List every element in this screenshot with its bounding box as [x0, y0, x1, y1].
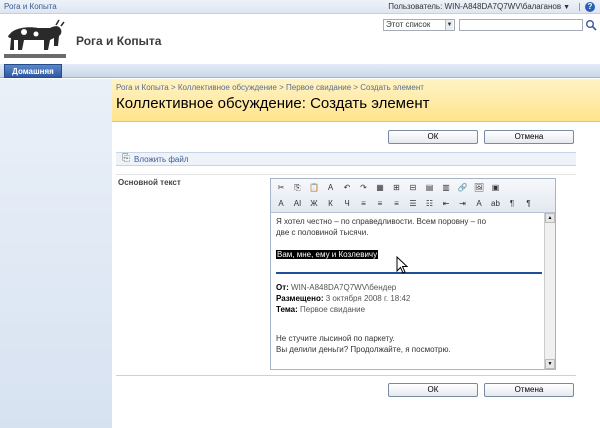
user-name: Пользователь: WIN-A848DA7Q7WV\балаганов: [388, 2, 562, 11]
paste-icon[interactable]: 📋: [308, 182, 320, 194]
cow-logo[interactable]: [4, 16, 66, 64]
from-value: WIN-A848DA7Q7WV\бендер: [291, 283, 397, 292]
search-input[interactable]: [459, 19, 583, 31]
text-line: две с половиной тысячи.: [276, 228, 369, 237]
copy-icon[interactable]: ⎘: [292, 182, 304, 194]
site-title[interactable]: Рога и Копыта: [76, 34, 161, 48]
undo-icon[interactable]: ↶: [341, 182, 353, 194]
align-right-icon[interactable]: ≡: [391, 198, 403, 210]
paperclip-icon: ⎘: [122, 153, 130, 164]
align-center-icon[interactable]: ≡: [374, 198, 386, 210]
insert-column-icon[interactable]: ⊞: [391, 182, 403, 194]
scroll-down-icon[interactable]: ▼: [545, 359, 555, 369]
divider: [579, 3, 580, 11]
divider: [116, 375, 576, 376]
bullets-icon[interactable]: ☷: [424, 198, 436, 210]
merge-icon[interactable]: ▤: [424, 182, 436, 194]
cut-icon[interactable]: ✂: [275, 182, 287, 194]
link-icon[interactable]: 🔗: [457, 182, 469, 194]
top-bar: Рога и Копыта Пользователь: WIN-A848DA7Q…: [0, 0, 600, 14]
text-line: Я хотел честно – по справедливости. Всем…: [276, 217, 487, 226]
page-title-area: Рога и Копыта > Коллективное обсуждение …: [112, 79, 600, 122]
help-icon[interactable]: ?: [585, 2, 595, 12]
bold-icon[interactable]: Ж: [308, 198, 320, 210]
image-icon[interactable]: 🖼: [473, 182, 485, 194]
insert-row-icon[interactable]: ⊟: [407, 182, 419, 194]
search-icon[interactable]: [585, 19, 597, 31]
attach-file-link[interactable]: Вложить файл: [134, 155, 189, 164]
cancel-button-top[interactable]: Отмена: [484, 130, 574, 144]
align-left-icon[interactable]: ≡: [358, 198, 370, 210]
topic-value: Первое свидание: [300, 305, 366, 314]
scope-value: Этот список: [386, 20, 431, 29]
topic-label: Тема:: [276, 305, 298, 314]
ok-button-top[interactable]: ОК: [388, 130, 478, 144]
site-link[interactable]: Рога и Копыта: [4, 2, 57, 11]
cancel-button-bottom[interactable]: Отмена: [484, 383, 574, 397]
from-label: От:: [276, 283, 289, 292]
mouse-cursor-icon: [396, 256, 409, 274]
chevron-down-icon: ▼: [445, 20, 453, 30]
paste-text-icon[interactable]: A: [325, 182, 337, 194]
font-color-icon[interactable]: A: [275, 198, 287, 210]
page-title: Коллективное обсуждение: Создать элемент: [116, 95, 430, 112]
underline-icon[interactable]: Ч: [341, 198, 353, 210]
left-nav: [0, 79, 112, 428]
numbering-icon[interactable]: ☰: [407, 198, 419, 210]
editor-content[interactable]: Я хотел честно – по справедливости. Всем…: [271, 213, 543, 369]
posted-label: Размещено:: [276, 294, 324, 303]
divider: [116, 174, 576, 175]
italic-icon[interactable]: К: [325, 198, 337, 210]
ltr-icon[interactable]: ¶: [506, 198, 518, 210]
attach-file-bar: ⎘ Вложить файл: [116, 152, 576, 166]
posted-value: 3 октября 2008 г. 18:42: [325, 294, 411, 303]
user-menu[interactable]: Пользователь: WIN-A848DA7Q7WV\балаганов ▼: [388, 2, 570, 11]
search-scope-select[interactable]: Этот список ▼: [383, 19, 455, 31]
top-nav: [0, 64, 600, 78]
editor-scrollbar[interactable]: ▲ ▼: [544, 213, 555, 369]
tab-home[interactable]: Домашняя: [4, 64, 62, 78]
ok-button-bottom[interactable]: ОК: [388, 383, 478, 397]
rtl-icon[interactable]: ¶: [523, 198, 535, 210]
highlight-icon[interactable]: ab: [490, 198, 502, 210]
text-color-icon[interactable]: A: [473, 198, 485, 210]
editor-toolbar: ✂ ⎘ 📋 A ↶ ↷ ▦ ⊞ ⊟ ▤ ▥ 🔗 🖼 ▣ A AI Ж К Ч ≡ ≡ ≡ ☰ ☷ ⇤ ⇥ Aab ¶ ¶: [271, 179, 555, 213]
font-size-icon[interactable]: AI: [292, 198, 304, 210]
breadcrumb[interactable]: Рога и Копыта > Коллективное обсуждение …: [116, 83, 424, 92]
table-icon[interactable]: ▦: [374, 182, 386, 194]
chevron-down-icon: ▼: [563, 4, 570, 11]
reply-line: Не стучите лысиной по паркету.: [276, 334, 395, 343]
redo-icon[interactable]: ↷: [358, 182, 370, 194]
split-icon[interactable]: ▥: [440, 182, 452, 194]
table-props-icon[interactable]: ▣: [490, 182, 502, 194]
reply-line: Вы делили деньги? Продолжайте, я посмотр…: [276, 345, 451, 354]
body-field-label: Основной текст: [118, 178, 181, 187]
outdent-icon[interactable]: ⇤: [440, 198, 452, 210]
scroll-up-icon[interactable]: ▲: [545, 213, 555, 223]
selected-text[interactable]: Вам, мне, ему и Козлевичу: [276, 250, 379, 259]
indent-icon[interactable]: ⇥: [457, 198, 469, 210]
rich-text-editor[interactable]: ✂ ⎘ 📋 A ↶ ↷ ▦ ⊞ ⊟ ▤ ▥ 🔗 🖼 ▣ A AI Ж К Ч ≡ ≡ ≡ ☰ ☷ ⇤ ⇥ Aab ¶ ¶ Я хоте…: [270, 178, 556, 370]
